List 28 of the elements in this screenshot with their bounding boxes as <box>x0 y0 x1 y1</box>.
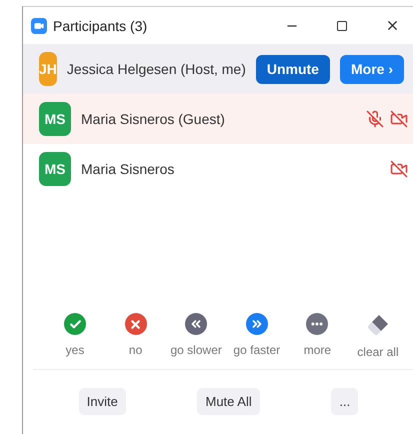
maximize-icon[interactable] <box>336 20 348 32</box>
reaction-button[interactable]: yes <box>45 313 105 359</box>
reaction-button[interactable]: go slower <box>166 313 226 359</box>
fast-forward-icon <box>246 313 268 335</box>
participant-name: Jessica Helgesen (Host, me) <box>66 61 246 77</box>
participant-name: Maria Sisneros <box>81 161 176 177</box>
avatar: JH <box>39 52 57 86</box>
participant-row[interactable]: JH Jessica Helgesen (Host, me) Unmute More › <box>23 44 413 94</box>
participant-row[interactable]: MS Maria Sisneros (Guest) <box>23 94 413 144</box>
more-button[interactable]: More › <box>340 54 404 84</box>
more-icon <box>306 313 328 335</box>
camera-icon <box>31 18 47 34</box>
cross-icon <box>124 313 147 335</box>
invite-button[interactable]: Invite <box>78 388 126 415</box>
avatar: MS <box>39 152 71 186</box>
more-options-button[interactable]: ... <box>331 388 358 415</box>
reaction-button[interactable]: more <box>287 313 348 359</box>
unmute-button[interactable]: Unmute <box>256 54 330 84</box>
window-title: Participants (3) <box>53 18 148 34</box>
check-icon <box>64 313 86 335</box>
reaction-button[interactable]: no <box>106 313 166 359</box>
avatar: MS <box>39 102 71 136</box>
reaction-button[interactable]: go faster <box>226 313 287 359</box>
reaction-button[interactable]: clear all <box>348 313 408 359</box>
rewind-icon <box>185 313 208 335</box>
eraser-icon <box>366 313 390 337</box>
mute-all-button[interactable]: Mute All <box>197 388 260 415</box>
participant-name: Maria Sisneros (Guest) <box>81 111 226 127</box>
